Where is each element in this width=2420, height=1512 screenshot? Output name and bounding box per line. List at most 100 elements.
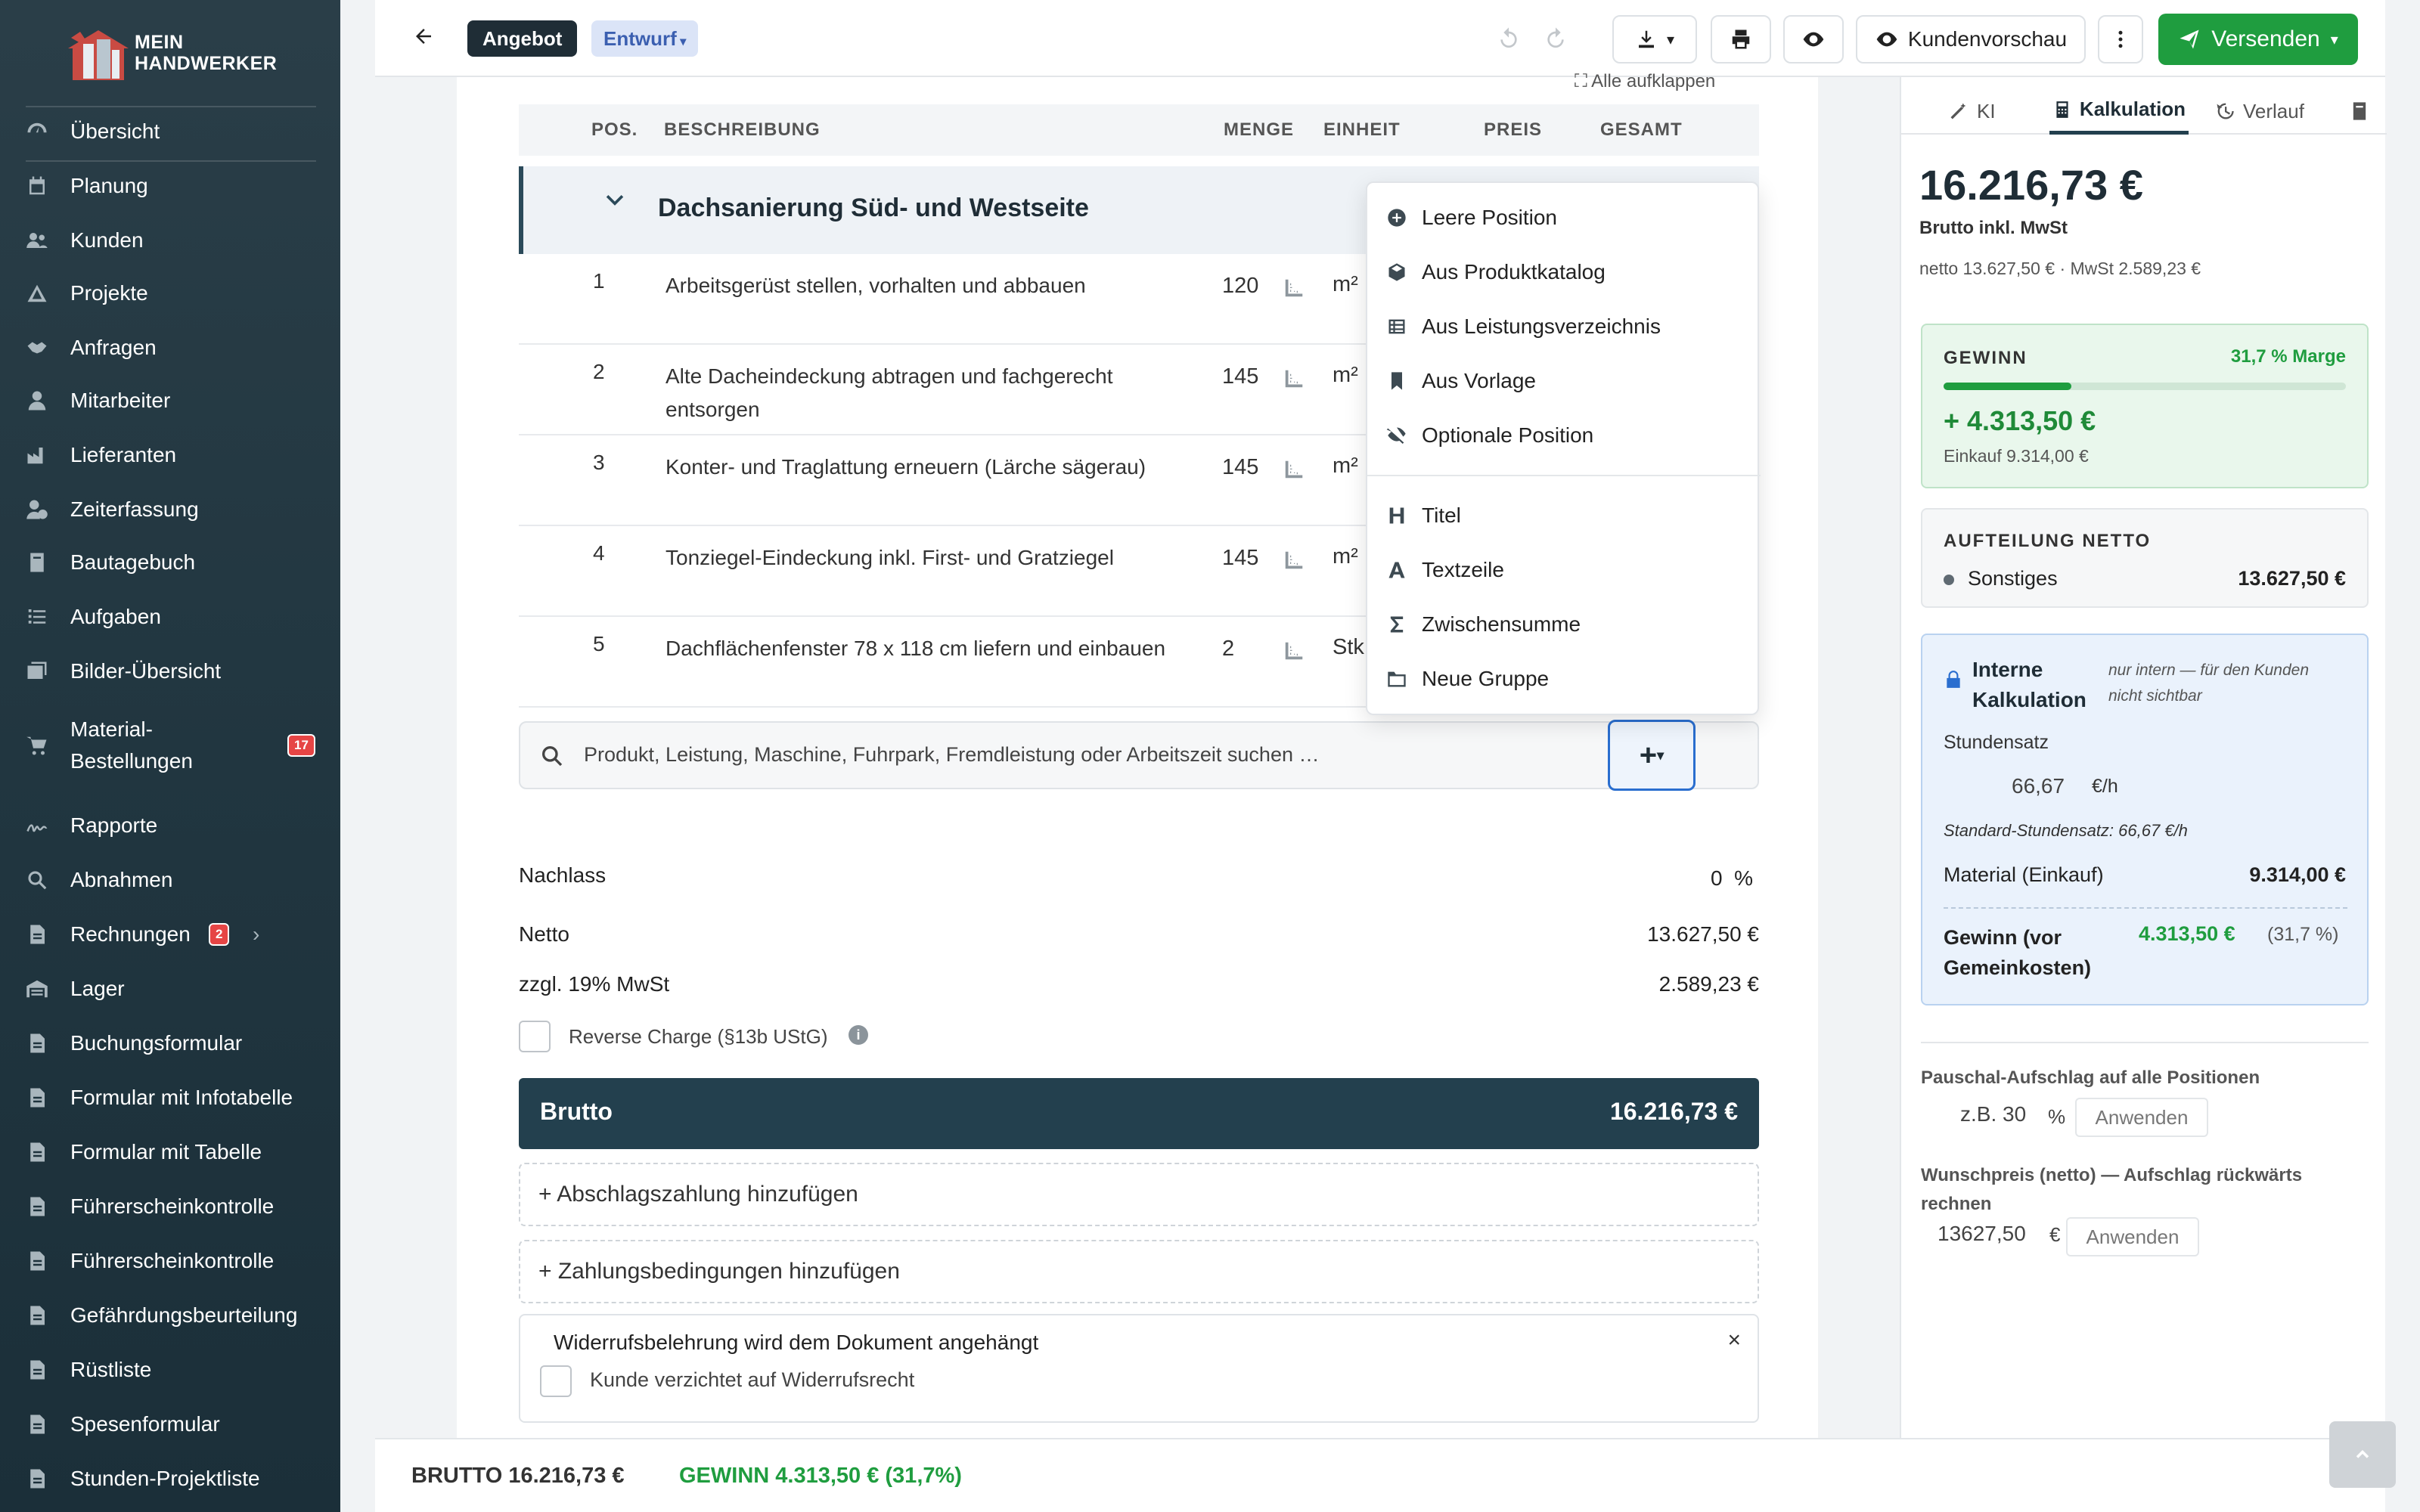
app-logo[interactable]: MEIN HANDWERKER <box>64 23 283 83</box>
row-unit[interactable]: m² <box>1333 363 1358 388</box>
add-position-button[interactable]: + ▾ <box>1608 720 1696 791</box>
sidebar-item-projekte[interactable]: Projekte <box>0 266 340 321</box>
row-description[interactable]: Dachflächenfenster 78 x 118 cm liefern u… <box>666 632 1210 665</box>
undo-button[interactable] <box>1491 21 1526 56</box>
sidebar-item-gefährdungsbeurteilung[interactable]: Gefährdungsbeurteilung <box>0 1288 340 1343</box>
sidebar-item-planung[interactable]: Planung <box>0 159 340 213</box>
tab-verlauf-label: Verlauf <box>2243 99 2304 122</box>
row-quantity[interactable]: 120 <box>1222 274 1258 299</box>
tab-verlauf[interactable]: Verlauf <box>2214 88 2304 135</box>
discount-unit: % <box>1734 866 1753 890</box>
back-button[interactable] <box>405 18 442 54</box>
target-price-input[interactable]: 13627,50 <box>1938 1222 2026 1263</box>
sidebar-item-lieferanten[interactable]: Lieferanten <box>0 428 340 482</box>
sidebar-item-formular-mit-infotabelle[interactable]: Formular mit Infotabelle <box>0 1070 340 1125</box>
sidebar-item-rüstliste[interactable]: Rüstliste <box>0 1343 340 1397</box>
row-unit[interactable]: m² <box>1333 272 1358 297</box>
sidebar-item-anfragen[interactable]: Anfragen <box>0 321 340 375</box>
document-icon <box>24 1303 50 1328</box>
sidebar-item-führerscheinkontrolle[interactable]: Führerscheinkontrolle <box>0 1179 340 1234</box>
sidebar-item-formular-mit-tabelle[interactable]: Formular mit Tabelle <box>0 1125 340 1179</box>
markup-input[interactable]: z.B. 30 <box>1960 1102 2026 1143</box>
row-unit[interactable]: Stk <box>1333 635 1364 660</box>
more-vertical-icon <box>2118 30 2123 48</box>
group-title[interactable]: Dachsanierung Süd- und Westseite <box>658 194 1089 223</box>
ruler-icon[interactable] <box>1283 367 1305 390</box>
row-unit[interactable]: m² <box>1333 544 1358 569</box>
sidebar-item-spesenformular[interactable]: Spesenformular <box>0 1397 340 1452</box>
redo-button[interactable] <box>1538 21 1573 56</box>
row-description[interactable]: Arbeitsgerüst stellen, vorhalten und abb… <box>666 269 1210 302</box>
menu-item-aus-vorlage[interactable]: Aus Vorlage <box>1367 354 1761 408</box>
add-payment-terms-button[interactable]: + Zahlungsbedingungen hinzufügen <box>519 1240 1759 1303</box>
close-icon[interactable]: × <box>1727 1328 1741 1353</box>
waive-withdrawal-checkbox[interactable] <box>540 1365 572 1397</box>
tab-notes[interactable] <box>2349 88 2370 135</box>
chevron-right-icon[interactable]: › <box>253 922 259 947</box>
menu-item-aus-produktkatalog[interactable]: Aus Produktkatalog <box>1367 245 1761 299</box>
menu-item-zwischensumme[interactable]: Zwischensumme <box>1367 597 1761 652</box>
profit-margin: 31,7 % Marge <box>2230 346 2346 367</box>
sidebar-item-führerscheinkontrolle[interactable]: Führerscheinkontrolle <box>0 1234 340 1288</box>
ruler-icon[interactable] <box>1283 640 1305 662</box>
menu-item-leere-position[interactable]: Leere Position <box>1367 191 1761 245</box>
sidebar-item-bautagebuch[interactable]: Bautagebuch <box>0 535 340 590</box>
chevron-down-icon[interactable] <box>602 187 628 217</box>
row-quantity[interactable]: 145 <box>1222 364 1258 389</box>
sidebar-item-mitarbeiter[interactable]: Mitarbeiter <box>0 373 340 428</box>
sidebar-item-rapporte[interactable]: Rapporte <box>0 798 340 853</box>
scroll-to-top-button[interactable] <box>2329 1421 2396 1488</box>
ruler-icon[interactable] <box>1283 549 1305 572</box>
sidebar-item-buchungsformular[interactable]: Buchungsformular <box>0 1016 340 1070</box>
reverse-charge-checkbox[interactable] <box>519 1021 551 1052</box>
row-quantity[interactable]: 2 <box>1222 637 1234 662</box>
menu-item-neue-gruppe[interactable]: Neue Gruppe <box>1367 652 1761 706</box>
expand-all-link[interactable]: ⛶ Alle aufklappen <box>1575 71 1715 92</box>
preview-toggle-button[interactable] <box>1783 15 1844 64</box>
row-unit[interactable]: m² <box>1333 454 1358 479</box>
row-quantity[interactable]: 145 <box>1222 546 1258 571</box>
sidebar-item-material-bestellungen[interactable]: Material- Bestellungen 17 <box>0 709 340 782</box>
ruler-icon[interactable] <box>1283 458 1305 481</box>
sidebar-item-aufgaben[interactable]: Aufgaben <box>0 590 340 644</box>
menu-item-titel[interactable]: Titel <box>1367 488 1761 543</box>
hourly-rate-input[interactable]: 66,67 <box>2012 774 2065 798</box>
menu-item-textzeile[interactable]: Textzeile <box>1367 543 1761 597</box>
sidebar-item-übersicht[interactable]: Übersicht <box>0 104 340 159</box>
row-description[interactable]: Alte Dacheindeckung abtragen und fachger… <box>666 360 1210 426</box>
discount-value[interactable]: 0 <box>1711 866 1723 890</box>
row-description[interactable]: Tonziegel-Eindeckung inkl. First- und Gr… <box>666 541 1210 575</box>
apply-target-price-button[interactable]: Anwenden <box>2066 1217 2199 1256</box>
more-menu-button[interactable] <box>2098 15 2143 64</box>
ruler-icon[interactable] <box>1283 277 1305 299</box>
row-description[interactable]: Konter- und Traglattung erneuern (Lärche… <box>666 451 1210 484</box>
tab-kalkulation[interactable]: Kalkulation <box>2049 88 2189 135</box>
position-search[interactable]: Produkt, Leistung, Maschine, Fuhrpark, F… <box>519 721 1759 789</box>
menu-item-aus-leistungsverzeichnis[interactable]: Aus Leistungsverzeichnis <box>1367 299 1761 354</box>
customer-preview-button[interactable]: Kundenvorschau <box>1856 15 2086 64</box>
discount-input[interactable]: 0 % <box>1711 866 1753 891</box>
sidebar-item-lager[interactable]: Lager <box>0 962 340 1016</box>
sidebar-item-zeiterfassung[interactable]: Zeiterfassung <box>0 482 340 537</box>
add-installment-button[interactable]: + Abschlagszahlung hinzufügen <box>519 1163 1759 1226</box>
document-icon <box>24 922 50 947</box>
info-icon[interactable]: i <box>849 1025 868 1045</box>
sidebar-item-label: Gefährdungsbeurteilung <box>70 1303 298 1327</box>
sidebar-item-rechnungen[interactable]: Rechnungen 2 › <box>0 907 340 962</box>
search-input[interactable]: Produkt, Leistung, Maschine, Fuhrpark, F… <box>584 743 1319 767</box>
profit-before-overhead-pct: (31,7 %) <box>2267 924 2339 945</box>
row-quantity[interactable]: 145 <box>1222 455 1258 480</box>
apply-markup-button[interactable]: Anwenden <box>2075 1098 2208 1137</box>
sidebar-item-stunden-projektliste[interactable]: Stunden-Projektliste <box>0 1452 340 1506</box>
print-button[interactable] <box>1711 15 1771 64</box>
status-dropdown[interactable]: Entwurf ▾ <box>591 20 699 57</box>
search-icon <box>542 746 563 767</box>
material-cost-label: Material (Einkauf) <box>1944 863 2104 886</box>
tab-ki[interactable]: KI <box>1948 88 1996 135</box>
sidebar-item-kunden[interactable]: Kunden <box>0 213 340 268</box>
sidebar-item-abnahmen[interactable]: Abnahmen <box>0 853 340 907</box>
send-button[interactable]: Versenden ▾ <box>2158 14 2358 65</box>
menu-item-optionale-position[interactable]: Optionale Position <box>1367 408 1761 463</box>
download-button[interactable]: ▾ <box>1612 15 1697 64</box>
sidebar-item-bilder-übersicht[interactable]: Bilder-Übersicht <box>0 644 340 699</box>
